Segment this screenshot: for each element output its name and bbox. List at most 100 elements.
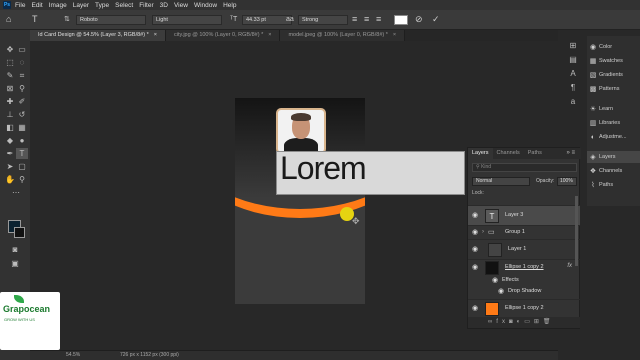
new-group-icon[interactable]: ▭ bbox=[524, 319, 534, 325]
drop-shadow-row[interactable]: ◉ Drop Shadow bbox=[468, 286, 580, 297]
screen-mode-icon[interactable]: ▣ bbox=[9, 258, 21, 269]
history-brush-tool-icon[interactable]: ↺ bbox=[16, 109, 28, 120]
layer-effects-row[interactable]: ◉ Effects bbox=[468, 275, 580, 286]
dodge-tool-icon[interactable]: ● bbox=[16, 135, 28, 146]
rectangle-tool-icon[interactable]: ▢ bbox=[16, 161, 28, 172]
trash-icon[interactable]: 🗑 bbox=[543, 319, 555, 325]
menu-edit[interactable]: Edit bbox=[31, 2, 42, 9]
layer-row-ellipse-copy-2[interactable]: ◉ Ellipse 1 copy 2 bbox=[468, 299, 580, 317]
panel-paths[interactable]: ⌇ Paths bbox=[587, 179, 640, 191]
move-tool-icon[interactable]: ✥ bbox=[4, 44, 16, 55]
panel-libraries[interactable]: ▥ Libraries bbox=[587, 117, 640, 129]
healing-brush-tool-icon[interactable]: ✚ bbox=[4, 96, 16, 107]
text-orientation-icon[interactable]: ⇅ bbox=[64, 14, 70, 25]
layer-row-layer-3[interactable]: ◉ T Layer 3 bbox=[468, 205, 580, 225]
tab-channels[interactable]: Channels bbox=[493, 148, 524, 159]
paragraph-icon[interactable]: ¶ bbox=[567, 82, 579, 93]
chevron-right-icon[interactable]: › bbox=[482, 229, 484, 235]
fx-icon[interactable]: fx bbox=[496, 319, 509, 325]
crop-tool-icon[interactable]: ⌗ bbox=[16, 70, 28, 81]
commit-check-icon[interactable]: ✓ bbox=[432, 14, 440, 25]
eye-icon[interactable]: ◉ bbox=[472, 263, 480, 271]
artboard-tool-icon[interactable]: ▭ bbox=[16, 44, 28, 55]
eyedropper-tool-icon[interactable]: ⚲ bbox=[16, 83, 28, 94]
panel-learn[interactable]: ☀ Learn bbox=[587, 103, 640, 115]
menu-select[interactable]: Select bbox=[115, 2, 133, 9]
background-color-swatch[interactable] bbox=[14, 227, 25, 238]
eraser-tool-icon[interactable]: ◧ bbox=[4, 122, 16, 133]
panel-gradients[interactable]: ▧ Gradients bbox=[587, 69, 640, 81]
blur-tool-icon[interactable]: ◆ bbox=[4, 135, 16, 146]
zoom-level[interactable]: 54.5% bbox=[66, 351, 80, 360]
clone-stamp-tool-icon[interactable]: ⊥ bbox=[4, 109, 16, 120]
blend-mode-select[interactable]: Normal bbox=[472, 177, 530, 186]
align-left-icon[interactable]: ≡ bbox=[352, 14, 357, 25]
menu-image[interactable]: Image bbox=[49, 2, 67, 9]
eye-icon[interactable]: ◉ bbox=[498, 287, 506, 295]
new-layer-icon[interactable]: ⊞ bbox=[534, 319, 543, 325]
close-icon[interactable]: × bbox=[393, 32, 396, 38]
type-tool-icon[interactable]: T bbox=[16, 148, 28, 159]
tab-city[interactable]: city.jpg @ 100% (Layer 0, RGB/8#) * × bbox=[165, 30, 281, 41]
cancel-icon[interactable]: ⊘ bbox=[415, 14, 423, 25]
menu-layer[interactable]: Layer bbox=[73, 2, 89, 9]
tab-id-card-design[interactable]: Id Card Design @ 54.5% (Layer 3, RGB/8#)… bbox=[30, 30, 166, 41]
panel-color[interactable]: ◉ Color bbox=[587, 41, 640, 53]
frame-tool-icon[interactable]: ⊠ bbox=[4, 83, 16, 94]
antialias-select[interactable]: Strong bbox=[298, 15, 348, 25]
layer-row-ellipse-copy[interactable]: ◉ Ellipse 1 copy 2 fx bbox=[468, 259, 580, 275]
lorem-text-layer[interactable]: Lorem bbox=[280, 150, 367, 187]
tab-model[interactable]: model.jpeg @ 100% (Layer 0, RGB/8#) * × bbox=[280, 30, 406, 41]
eye-icon[interactable]: ◉ bbox=[472, 245, 480, 253]
eye-icon[interactable]: ◉ bbox=[492, 276, 500, 284]
gradient-tool-icon[interactable]: ▦ bbox=[16, 122, 28, 133]
opacity-field[interactable]: 100% bbox=[557, 177, 577, 186]
font-size-field[interactable]: 44.33 pt bbox=[242, 15, 292, 25]
tab-paths[interactable]: Paths bbox=[524, 148, 546, 159]
close-icon[interactable]: × bbox=[154, 32, 157, 38]
eye-icon[interactable]: ◉ bbox=[472, 304, 480, 312]
menu-type[interactable]: Type bbox=[95, 2, 109, 9]
text-color-swatch[interactable] bbox=[394, 15, 408, 25]
layer-filter-field[interactable]: ⚲ Kind bbox=[472, 163, 577, 172]
document-info[interactable]: 726 px x 1152 px (300 ppi) bbox=[120, 351, 179, 360]
layer-row-group-1[interactable]: ◉ › ▭ Group 1 bbox=[468, 225, 580, 239]
quick-mask-icon[interactable]: ◙ bbox=[9, 244, 21, 255]
panel-menu-icon[interactable]: » ≡ bbox=[566, 148, 575, 159]
align-center-icon[interactable]: ≡ bbox=[364, 14, 369, 25]
layer-row-layer-1[interactable]: ◉ Layer 1 bbox=[468, 239, 580, 259]
panel-adjustments[interactable]: ◐ Adjustme... bbox=[587, 131, 640, 143]
eye-icon[interactable]: ◉ bbox=[472, 228, 480, 236]
profile-photo[interactable] bbox=[276, 108, 326, 154]
path-select-tool-icon[interactable]: ➤ bbox=[4, 161, 16, 172]
menu-help[interactable]: Help bbox=[223, 2, 236, 9]
align-right-icon[interactable]: ≡ bbox=[376, 14, 381, 25]
quick-select-tool-icon[interactable]: ✎ bbox=[4, 70, 16, 81]
character-icon[interactable]: A bbox=[567, 68, 579, 79]
layers-scrollbar[interactable] bbox=[575, 196, 578, 266]
font-style-select[interactable]: Light bbox=[152, 15, 222, 25]
panel-patterns[interactable]: ▩ Patterns bbox=[587, 83, 640, 95]
history-icon[interactable]: ⊞ bbox=[567, 40, 579, 51]
lasso-tool-icon[interactable]: ◌ bbox=[16, 57, 28, 68]
panel-swatches[interactable]: ▦ Swatches bbox=[587, 55, 640, 67]
panel-channels[interactable]: ❖ Channels bbox=[587, 165, 640, 177]
menu-3d[interactable]: 3D bbox=[160, 2, 168, 9]
glyphs-icon[interactable]: a bbox=[567, 96, 579, 107]
mask-icon[interactable]: ◙ bbox=[509, 319, 517, 325]
type-tool-icon[interactable]: T bbox=[32, 14, 38, 25]
font-family-select[interactable]: Roboto bbox=[76, 15, 146, 25]
panel-layers[interactable]: ◈ Layers bbox=[587, 151, 640, 163]
menu-window[interactable]: Window bbox=[194, 2, 217, 9]
zoom-tool-icon[interactable]: ⚲ bbox=[16, 174, 28, 185]
brush-tool-icon[interactable]: ✐ bbox=[16, 96, 28, 107]
tab-layers[interactable]: Layers bbox=[468, 148, 493, 159]
marquee-tool-icon[interactable]: ⬚ bbox=[4, 57, 16, 68]
home-icon[interactable]: ⌂ bbox=[6, 14, 11, 25]
menu-file[interactable]: File bbox=[15, 2, 25, 9]
menu-filter[interactable]: Filter bbox=[139, 2, 153, 9]
more-tools-icon[interactable]: ⋯ bbox=[10, 187, 22, 198]
menu-view[interactable]: View bbox=[174, 2, 188, 9]
pen-tool-icon[interactable]: ✒ bbox=[4, 148, 16, 159]
close-icon[interactable]: × bbox=[268, 32, 271, 38]
